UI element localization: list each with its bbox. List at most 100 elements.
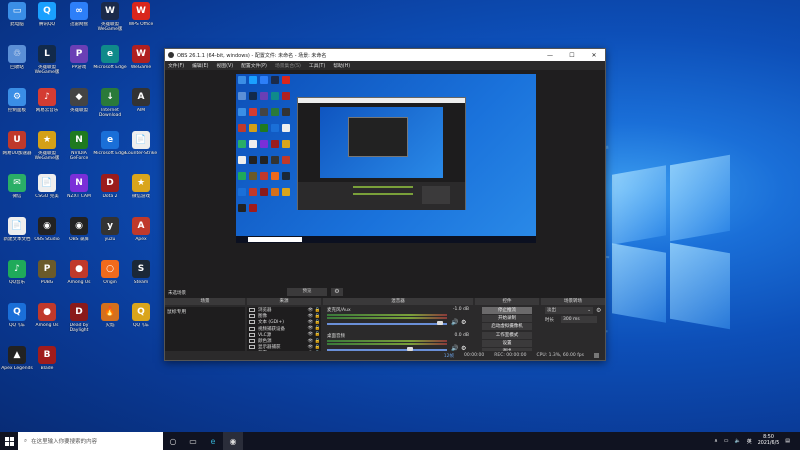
sources-list[interactable]: 浏览器 👁 🔒 图像 👁 🔒 文本 (GDI+) 👁 🔒 视频捕获设备 👁 🔒 VLC源 👁 🔒 颜色源 👁 🔒 显… xyxy=(247,307,321,356)
desktop-icon[interactable]: A AIM xyxy=(124,88,158,126)
desktop-icon[interactable]: ♲ 回收站 xyxy=(0,45,34,83)
lock-icon[interactable]: 🔒 xyxy=(314,308,321,313)
source-item[interactable]: 浏览器 👁 🔒 xyxy=(247,307,321,313)
eye-icon[interactable]: 👁 xyxy=(307,308,314,313)
source-item[interactable]: 文本 (GDI+) 👁 🔒 xyxy=(247,319,321,325)
desktop-icon[interactable]: ▲ Apex Legends xyxy=(0,346,34,384)
volume-slider[interactable] xyxy=(327,323,447,325)
desktop-icon[interactable]: ▭ 此电脑 xyxy=(0,2,34,40)
minimize-icon[interactable]: — xyxy=(539,52,561,59)
desktop-icon[interactable]: N NZXT CAM xyxy=(62,174,96,212)
transition-settings-icon[interactable]: ⚙ xyxy=(596,307,601,314)
desktop-icon[interactable]: ● Among Us xyxy=(30,303,64,341)
menu-help[interactable]: 帮助(H) xyxy=(333,62,350,69)
task-view-icon[interactable]: ▭ xyxy=(183,432,203,450)
lock-icon[interactable]: 🔒 xyxy=(314,326,321,331)
desktop-icon[interactable]: D Dead by Daylight xyxy=(62,303,96,341)
desktop-icon[interactable]: B Blade xyxy=(30,346,64,384)
desktop-icon[interactable]: e Microsoft Edge xyxy=(93,45,127,83)
tray-chevron-icon[interactable]: ∧ xyxy=(714,438,718,444)
control-button[interactable]: 设置 xyxy=(482,339,532,347)
desktop-icon[interactable]: W WPS Office xyxy=(124,2,158,40)
obs-title-bar[interactable]: OBS 26.1.1 (64-bit, windows) - 配置文件: 未命名… xyxy=(165,49,605,61)
lock-icon[interactable]: 🔒 xyxy=(314,320,321,325)
preview-toggle[interactable]: 预览 xyxy=(287,288,327,296)
maximize-icon[interactable]: ☐ xyxy=(561,52,583,59)
eye-icon[interactable]: 👁 xyxy=(307,345,314,350)
volume-icon[interactable]: 🔈 xyxy=(734,438,740,444)
menu-view[interactable]: 视图(V) xyxy=(216,62,233,69)
edge-icon[interactable]: e xyxy=(203,432,223,450)
desktop-icon[interactable]: Q QQ飞车 xyxy=(0,303,34,341)
duration-input[interactable]: 300 ms xyxy=(561,316,597,323)
taskbar-search[interactable]: ⌕ 在这里输入你要搜索的内容 xyxy=(18,432,163,450)
desktop-icon[interactable]: A Apex xyxy=(124,217,158,255)
source-item[interactable]: 图像 👁 🔒 xyxy=(247,313,321,319)
eye-icon[interactable]: 👁 xyxy=(307,326,314,331)
desktop-icon[interactable]: y yuzu xyxy=(93,217,127,255)
lock-icon[interactable]: 🔒 xyxy=(314,332,321,337)
desktop-icon[interactable]: ★ 微信游戏 xyxy=(124,174,158,212)
desktop-icon[interactable]: N NVIDIA GeForce xyxy=(62,131,96,169)
menu-profile[interactable]: 配置文件(P) xyxy=(241,62,267,69)
preview-area[interactable] xyxy=(165,70,605,296)
desktop-icon[interactable]: ♪ QQ音乐 xyxy=(0,260,34,298)
source-item[interactable]: 视频捕获设备 👁 🔒 xyxy=(247,326,321,332)
desktop-icon[interactable]: S Steam xyxy=(124,260,158,298)
desktop-icon[interactable]: 📄 新建文本文档 xyxy=(0,217,34,255)
desktop-icon[interactable]: 📄 Counter-Strike xyxy=(124,131,158,169)
desktop-icon[interactable]: P PUBG xyxy=(30,260,64,298)
desktop-icon[interactable]: 📄 CSGO 完美 xyxy=(30,174,64,212)
desktop-icon[interactable]: 🔥 火焰 xyxy=(93,303,127,341)
control-button[interactable]: 开始录制 xyxy=(482,315,532,323)
desktop-icon[interactable]: ♪ 网易云音乐 xyxy=(30,88,64,126)
desktop-icon[interactable]: ○ Origin xyxy=(93,260,127,298)
desktop-icon[interactable]: e Microsoft Edge xyxy=(93,131,127,169)
scenes-list[interactable]: 鼠标专用 xyxy=(165,307,245,351)
desktop-icon[interactable]: ∞ 迅雷网盘 xyxy=(62,2,96,40)
source-item[interactable]: VLC源 👁 🔒 xyxy=(247,332,321,338)
preview-canvas[interactable] xyxy=(236,74,536,243)
menu-scene-collection[interactable]: 场景集合(S) xyxy=(275,62,301,69)
obs-taskbar-icon[interactable]: ◉ xyxy=(223,432,243,450)
lock-icon[interactable]: 🔒 xyxy=(314,345,321,350)
taskbar-clock[interactable]: 8:50 2021/6/5 xyxy=(758,435,780,447)
control-button[interactable]: 启动虚拟摄像机 xyxy=(482,323,532,331)
eye-icon[interactable]: 👁 xyxy=(307,320,314,325)
windows-start-icon[interactable] xyxy=(0,432,18,450)
cortana-icon[interactable]: ○ xyxy=(163,432,183,450)
desktop-icon[interactable]: ★ 英雄联盟WeGame版 xyxy=(30,131,64,169)
desktop-icon[interactable]: U 网易UU加速器 xyxy=(0,131,34,169)
desktop-icon[interactable]: ◉ OBS 录屏 xyxy=(62,217,96,255)
gear-icon[interactable]: ⚙ xyxy=(461,319,466,326)
control-button[interactable]: 工作室模式 xyxy=(482,331,532,339)
desktop-icon[interactable]: ◆ 英雄联盟 xyxy=(62,88,96,126)
volume-slider-handle[interactable] xyxy=(437,321,443,325)
desktop-icon[interactable]: L 英雄联盟WeGame版 xyxy=(30,45,64,83)
source-item[interactable]: 显示器捕获 👁 🔒 xyxy=(247,344,321,350)
menu-file[interactable]: 文件(F) xyxy=(168,62,184,69)
close-icon[interactable]: ✕ xyxy=(583,52,605,59)
desktop-icon[interactable]: Q QQ飞车 xyxy=(124,303,158,341)
scene-item[interactable]: 鼠标专用 xyxy=(165,307,245,316)
preview-settings-icon[interactable]: ⚙ xyxy=(331,288,343,296)
eye-icon[interactable]: 👁 xyxy=(307,314,314,319)
eye-icon[interactable]: 👁 xyxy=(307,332,314,337)
desktop-icon[interactable]: ⚙ 控制面板 xyxy=(0,88,34,126)
desktop-icon[interactable]: Q 腾讯QQ xyxy=(30,2,64,40)
desktop-icon[interactable]: ✉ 微信 xyxy=(0,174,34,212)
obs-window[interactable]: OBS 26.1.1 (64-bit, windows) - 配置文件: 未命名… xyxy=(164,48,606,361)
ime-icon[interactable]: 英 xyxy=(747,438,752,445)
desktop-icon[interactable]: P PP游戏 xyxy=(62,45,96,83)
desktop-icon[interactable]: D Dota 2 xyxy=(93,174,127,212)
desktop-icon[interactable]: W WeGame xyxy=(124,45,158,83)
source-item[interactable]: 颜色源 👁 🔒 xyxy=(247,338,321,344)
desktop-icon[interactable]: ● Among Us xyxy=(62,260,96,298)
eye-icon[interactable]: 👁 xyxy=(307,339,314,344)
desktop-icon[interactable]: W 英雄联盟WeGame版 xyxy=(93,2,127,40)
menu-tools[interactable]: 工具(T) xyxy=(309,62,325,69)
menu-edit[interactable]: 编辑(E) xyxy=(192,62,208,69)
transition-select[interactable]: 淡出 ⌄ xyxy=(545,307,593,314)
control-button[interactable]: 停止推流 xyxy=(482,307,532,314)
speaker-icon[interactable]: 🔊 xyxy=(451,319,458,326)
